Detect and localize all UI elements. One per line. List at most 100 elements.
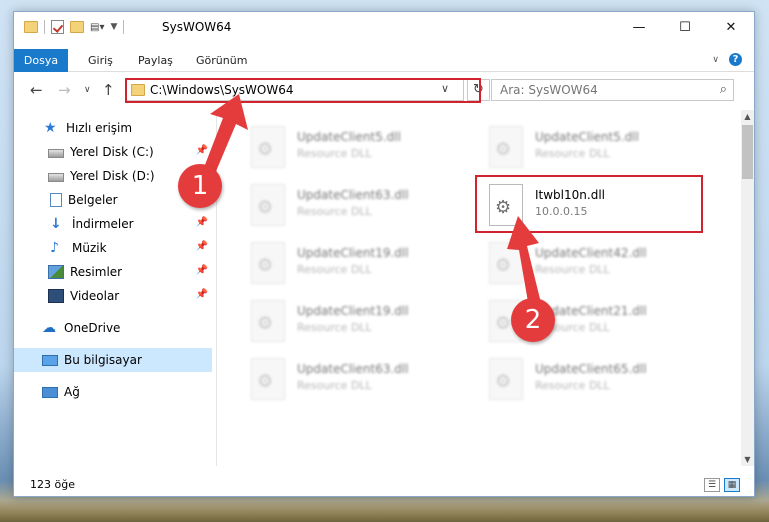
file-item[interactable]: UpdateClient19.dll Resource DLL [217,234,452,288]
expand-ribbon-icon[interactable]: ∨ [712,55,719,65]
status-bar: 123 öğe ☰ ▦ [14,474,754,496]
drive-icon [48,173,64,182]
file-description: Resource DLL [297,321,372,334]
documents-icon [50,193,62,207]
refresh-button[interactable]: ↻ [467,79,490,101]
window-title: SysWOW64 [162,20,232,34]
file-item[interactable]: UpdateClient5.dll Resource DLL [455,118,690,172]
ribbon-tabs: Dosya Giriş Paylaş Görünüm ∨ ? [14,49,754,72]
file-name: UpdateClient19.dll [297,246,409,260]
pin-icon[interactable]: 📌 [196,217,208,228]
file-item[interactable]: UpdateClient65.dll Resource DLL [455,350,690,404]
new-folder-icon[interactable] [70,21,84,33]
toolbar-divider [44,20,45,34]
file-description: Resource DLL [297,263,372,276]
address-path[interactable]: C:\Windows\SysWOW64 [150,83,294,97]
file-item[interactable]: UpdateClient5.dll Resource DLL [217,118,452,172]
tab-home[interactable]: Giriş [88,49,113,72]
dll-file-icon [489,358,523,400]
sidebar-item-pictures[interactable]: Resimler 📌 [14,260,212,284]
window-controls: — ☐ ✕ [616,12,754,42]
title-bar: ▤▾ ▼ SysWOW64 — ☐ ✕ [14,12,754,44]
music-icon: ♪ [50,240,59,256]
file-name: UpdateClient63.dll [297,362,409,376]
maximize-button[interactable]: ☐ [662,12,708,42]
sidebar-item-onedrive[interactable]: ☁ OneDrive [14,316,212,340]
file-item[interactable]: UpdateClient19.dll Resource DLL [217,292,452,346]
sidebar-item-this-pc[interactable]: Bu bilgisayar [14,348,212,372]
details-view-icon[interactable]: ☰ [704,478,720,492]
file-item[interactable]: UpdateClient63.dll Resource DLL [217,176,452,230]
ribbon-right-controls: ∨ ? [712,53,742,66]
vertical-scrollbar[interactable]: ▲ ▼ [741,110,754,466]
minimize-button[interactable]: — [616,12,662,42]
folder-icon [24,21,38,33]
step-2-badge: 2 [511,298,555,342]
properties-check-icon[interactable] [51,20,64,34]
sidebar-item-label: Bu bilgisayar [64,353,142,367]
file-name: UpdateClient42.dll [535,246,647,260]
toolbar-dropdown-icon[interactable]: ▼ [110,22,117,32]
dll-file-icon [489,126,523,168]
file-name: UpdateClient63.dll [297,188,409,202]
pin-icon[interactable]: 📌 [196,145,208,156]
tiles-view-icon[interactable]: ▦ [724,478,740,492]
search-box[interactable]: ⌕ [491,79,734,101]
file-item[interactable]: UpdateClient42.dll Resource DLL [455,234,690,288]
pin-icon[interactable]: 📌 [196,241,208,252]
file-description: Resource DLL [535,147,610,160]
target-dll-file-item[interactable]: Itwbl10n.dll 10.0.0.15 [455,176,690,230]
view-toggle: ☰ ▦ [704,478,740,492]
star-icon: ★ [44,120,57,136]
tab-file[interactable]: Dosya [14,49,68,72]
refresh-icon: ↻ [473,82,484,97]
file-description: Resource DLL [297,379,372,392]
sidebar-item-label: İndirmeler [72,217,134,231]
sidebar-item-label: Resimler [70,265,123,279]
toolbar-divider [123,20,125,34]
onedrive-icon: ☁ [42,320,56,336]
scroll-up-icon[interactable]: ▲ [741,112,754,121]
explorer-window: ▤▾ ▼ SysWOW64 — ☐ ✕ Dosya Giriş Paylaş G… [13,11,755,497]
sidebar-item-videos[interactable]: Videolar 📌 [14,284,212,308]
file-list: UpdateClient5.dll Resource DLL UpdateCli… [217,110,731,466]
up-arrow-icon[interactable]: ↑ [102,81,115,99]
sidebar-item-label: Belgeler [68,193,118,207]
file-description: Resource DLL [297,147,372,160]
file-name: UpdateClient5.dll [535,130,639,144]
close-button[interactable]: ✕ [708,12,754,42]
tab-view[interactable]: Görünüm [196,49,247,72]
folder-icon [131,84,145,96]
tab-share[interactable]: Paylaş [138,49,173,72]
customize-toolbar-icon[interactable]: ▤▾ [90,22,104,33]
search-icon[interactable]: ⌕ [720,82,727,97]
drive-icon [48,149,64,158]
scroll-down-icon[interactable]: ▼ [741,455,754,464]
sidebar-item-downloads[interactable]: ↓ İndirmeler 📌 [14,212,212,236]
file-item[interactable]: UpdateClient63.dll Resource DLL [217,350,452,404]
search-input[interactable] [492,80,702,100]
chevron-down-icon[interactable]: ∨ [441,82,449,95]
network-icon [42,386,58,398]
dll-file-icon [251,242,285,284]
navigation-pane: ★ Hızlı erişim Yerel Disk (C:) 📌 Yerel D… [14,114,212,466]
sidebar-item-local-disk-c[interactable]: Yerel Disk (C:) 📌 [14,140,212,164]
help-icon[interactable]: ? [729,53,742,66]
dll-file-icon [251,300,285,342]
sidebar-item-network[interactable]: Ağ [14,380,212,404]
file-name: UpdateClient5.dll [297,130,401,144]
sidebar-item-label: Videolar [70,289,120,303]
file-item[interactable]: UpdateClient21.dll Resource DLL [455,292,690,346]
address-bar[interactable]: C:\Windows\SysWOW64 ∨ [125,79,464,101]
back-arrow-icon[interactable]: ← [30,81,43,99]
sidebar-item-music[interactable]: ♪ Müzik 📌 [14,236,212,260]
scrollbar-thumb[interactable] [742,125,753,179]
item-count: 123 öğe [30,478,75,491]
sidebar-item-quick-access[interactable]: ★ Hızlı erişim [14,116,212,140]
pin-icon[interactable]: 📌 [196,265,208,276]
downloads-icon: ↓ [50,216,62,232]
pin-icon[interactable]: 📌 [196,289,208,300]
step-1-badge: 1 [178,164,222,208]
forward-arrow-icon[interactable]: → [58,81,71,99]
recent-locations-icon[interactable]: ∨ [84,85,91,95]
